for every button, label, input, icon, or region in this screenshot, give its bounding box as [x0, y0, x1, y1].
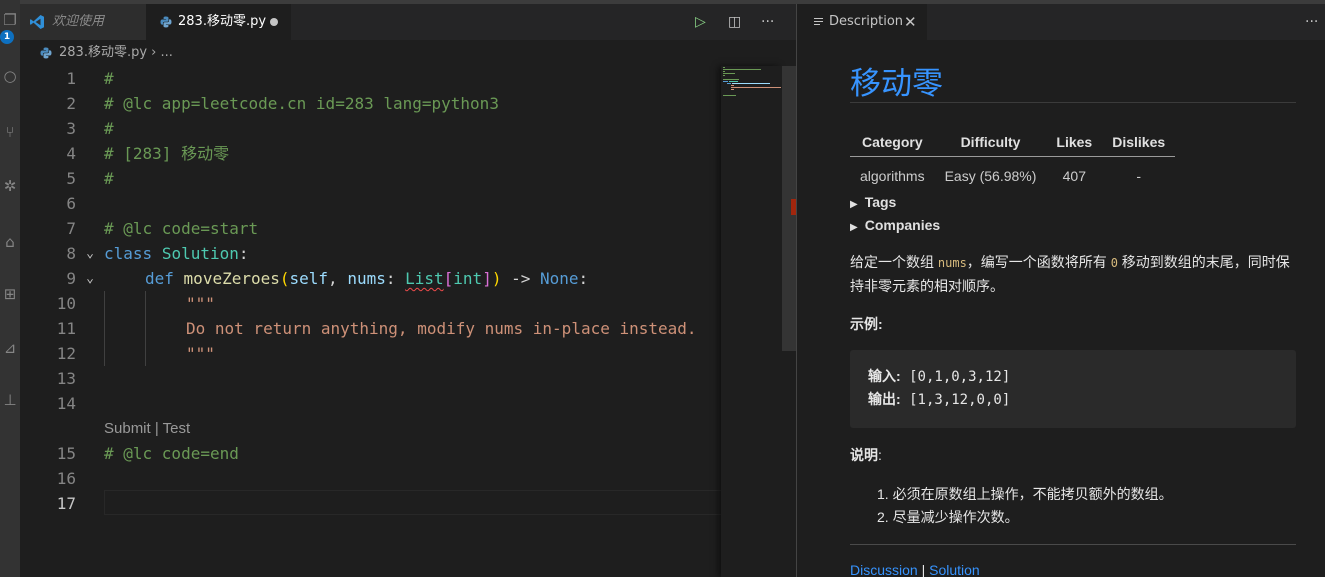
line-number: 12 [56, 344, 76, 363]
code-line: """ [186, 344, 215, 363]
solution-link[interactable]: Solution [929, 562, 980, 577]
note-item: 2. 尽量减少操作次数。 [877, 509, 1019, 525]
companies-disclosure[interactable]: ▶ Companies [850, 217, 940, 233]
code-line: def moveZeroes(self, nums: List[int]) ->… [145, 269, 589, 288]
code-line: # @lc code=end [104, 444, 239, 463]
line-number: 7 [66, 219, 76, 238]
notification-badge: 1 [0, 30, 14, 44]
code-line: """ [186, 294, 215, 313]
meta-header: Category [850, 128, 935, 157]
line-number: 9 [66, 269, 76, 288]
python-file-icon [40, 47, 52, 59]
breadcrumb-more[interactable]: ... [161, 45, 173, 60]
meta-header: Difficulty [934, 128, 1047, 157]
code-line: Do not return anything, modify nums in-p… [186, 319, 697, 338]
tags-disclosure[interactable]: ▶ Tags [850, 194, 896, 210]
line-number: 1 [66, 69, 76, 88]
triangle-right-icon: ▶ [850, 199, 858, 210]
notes-heading: 说明: [850, 447, 882, 463]
close-icon[interactable]: ✕ [904, 4, 917, 40]
line-number: 14 [56, 394, 76, 413]
meta-difficulty: Easy (56.98%) [944, 168, 1037, 184]
triangle-right-icon: ▶ [850, 222, 858, 233]
example-heading: 示例: [850, 316, 883, 332]
tab-description[interactable]: Description ✕ [797, 4, 927, 40]
fold-chevron-icon[interactable]: ⌄ [82, 241, 98, 266]
more-actions-icon[interactable]: ··· [761, 4, 774, 40]
line-number: 3 [66, 119, 76, 138]
search-icon[interactable]: ○ [0, 64, 20, 88]
line-number: 5 [66, 169, 76, 188]
code-line: # [104, 69, 114, 88]
vertical-scrollbar[interactable] [782, 66, 796, 577]
current-line-highlight [104, 490, 721, 515]
meta-header: Dislikes [1102, 128, 1176, 157]
line-number: 2 [66, 94, 76, 113]
line-number: 6 [66, 194, 76, 213]
editor-tab-bar: 欢迎使用 283.移动零.py ▷ ◫ ··· [20, 4, 796, 40]
breadcrumb: 283.移动零.py › ... [20, 40, 720, 66]
line-number: 8 [66, 244, 76, 263]
preview-icon [814, 18, 823, 27]
testing-icon[interactable]: ⊥ [0, 388, 20, 412]
problem-statement: 给定一个数组 nums，编写一个函数将所有 0 移动到数组的末尾，同时保持非零元… [850, 254, 1290, 294]
footer-links: Discussion | Solution [850, 562, 980, 577]
debug-icon[interactable]: ✲ [0, 174, 20, 198]
leetcode-icon[interactable]: ⊿ [0, 336, 20, 360]
code-editor[interactable]: 1 2 3 4 5 6 7 8 9 10 11 12 13 14 15 16 1… [20, 66, 721, 577]
tab-283-py[interactable]: 283.移动零.py [146, 4, 291, 40]
meta-category: algorithms [860, 168, 925, 184]
example-input: 输入: [0,1,0,3,12] [868, 368, 1011, 385]
tab-description-label: Description [829, 14, 904, 29]
remote-icon[interactable]: ⌂ [0, 230, 20, 254]
divider [850, 102, 1296, 103]
activity-bar: ❐ 1 ○ ⑂ ✲ ⌂ ⊞ ⊿ ⊥ [0, 0, 20, 577]
breadcrumb-file[interactable]: 283.移动零.py [59, 45, 147, 60]
codelens-submit-test[interactable]: Submit | Test [104, 416, 190, 441]
indent-guide [104, 291, 105, 366]
minimap-preview [723, 67, 781, 96]
line-number: 13 [56, 369, 76, 388]
note-item: 1. 必须在原数组上操作，不能拷贝额外的数组。 [877, 486, 1173, 502]
meta-likes: 407 [1062, 168, 1086, 184]
source-control-icon[interactable]: ⑂ [0, 120, 20, 144]
meta-dislikes: - [1136, 168, 1142, 184]
breadcrumb-separator: › [151, 45, 157, 60]
problem-title: 移动零 [850, 66, 943, 101]
explorer-icon[interactable]: ❐ [0, 8, 20, 32]
code-line: # [283] 移动零 [104, 144, 230, 163]
example-output: 输出: [1,3,12,0,0] [868, 391, 1011, 408]
line-number: 11 [56, 319, 76, 338]
line-number-current: 17 [56, 494, 76, 513]
code-line: class Solution: [104, 244, 249, 263]
indent-guide [145, 291, 146, 366]
code-line: # [104, 119, 114, 138]
code-line: # @lc app=leetcode.cn id=283 lang=python… [104, 94, 499, 113]
more-actions-icon[interactable]: ··· [1305, 4, 1318, 40]
divider [850, 544, 1296, 545]
split-editor-icon[interactable]: ◫ [728, 4, 741, 40]
vscode-logo-icon [30, 15, 44, 29]
line-number: 4 [66, 144, 76, 163]
fold-chevron-icon[interactable]: ⌄ [82, 266, 98, 291]
line-number: 16 [56, 469, 76, 488]
line-number: 15 [56, 444, 76, 463]
discussion-link[interactable]: Discussion [850, 562, 918, 577]
description-content: 移动零 Category Difficulty Likes Dislikes a… [797, 40, 1325, 577]
line-number: 10 [56, 294, 76, 313]
unsaved-dot-icon[interactable] [270, 18, 278, 26]
run-icon[interactable]: ▷ [695, 4, 706, 40]
problem-meta-table: Category Difficulty Likes Dislikes algor… [850, 128, 1176, 195]
tab-file-label: 283.移动零.py [178, 14, 267, 29]
extensions-icon[interactable]: ⊞ [0, 282, 20, 306]
python-file-icon [160, 16, 172, 28]
description-tab-bar: Description ✕ ··· [797, 4, 1325, 40]
example-block: 输入: [0,1,0,3,12] 输出: [1,3,12,0,0] [850, 350, 1296, 428]
tab-welcome-label: 欢迎使用 [52, 14, 105, 29]
tab-welcome[interactable]: 欢迎使用 [20, 4, 146, 40]
code-line: # [104, 169, 114, 188]
minimap[interactable] [721, 66, 782, 577]
meta-header: Likes [1046, 128, 1103, 157]
code-line: # @lc code=start [104, 219, 259, 238]
